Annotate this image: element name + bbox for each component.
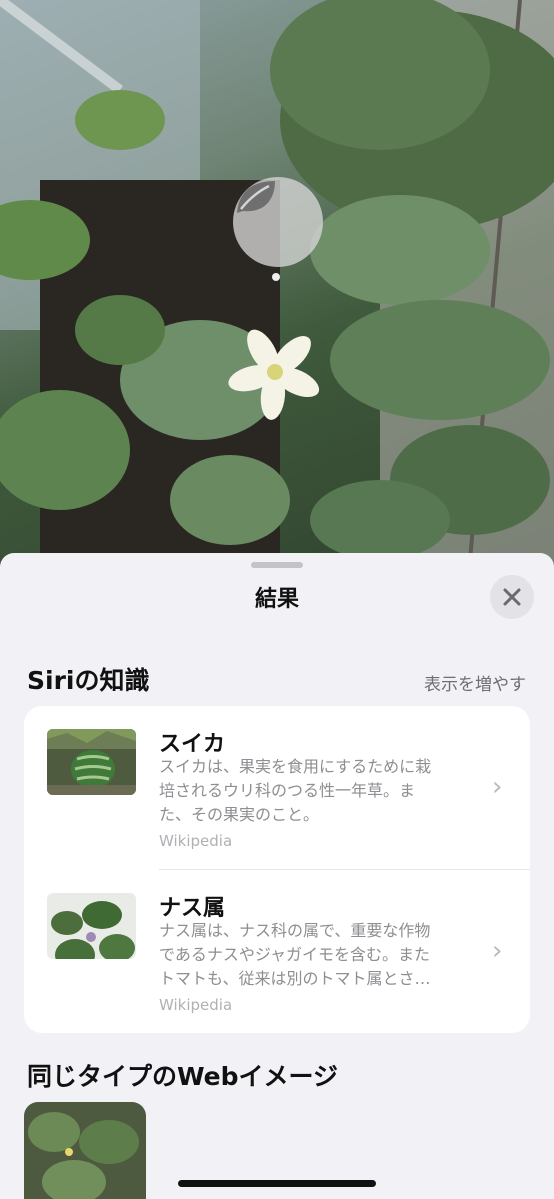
sheet-grabber[interactable] xyxy=(251,562,303,568)
chevron-right-icon: › xyxy=(492,936,503,966)
chevron-right-icon: › xyxy=(492,772,503,802)
knowledge-card: スイカ スイカは、果実を食用にするために栽 培されるウリ科のつる性一年草。ま た… xyxy=(24,706,530,1033)
item-title: スイカ xyxy=(159,732,226,757)
home-indicator[interactable] xyxy=(178,1180,376,1187)
item-description: ナス属は、ナス科の属で、重要な作物 であるナスやジャガイモを含む。また トマトも… xyxy=(159,921,431,988)
item-title: ナス属 xyxy=(159,896,226,921)
solanum-thumbnail xyxy=(47,893,136,959)
web-image-thumbnail[interactable] xyxy=(24,1102,146,1199)
sheet-title: 結果 xyxy=(254,587,299,612)
lookup-anchor-dot xyxy=(272,273,280,281)
leaf-icon xyxy=(237,181,275,213)
web-images-heading: 同じタイプのWebイメージ xyxy=(27,1062,339,1091)
knowledge-item-nasu[interactable]: ナス属 ナス属は、ナス科の属で、重要な作物 であるナスやジャガイモを含む。また … xyxy=(24,870,530,1033)
plant-photo xyxy=(0,0,554,600)
results-sheet: 結果 Siriの知識 表示を増やす スイカ スイカは、果実を食用にするために栽 … xyxy=(0,553,554,1199)
siri-knowledge-heading: Siriの知識 xyxy=(27,666,150,695)
knowledge-item-suika[interactable]: スイカ スイカは、果実を食用にするために栽 培されるウリ科のつる性一年草。ま た… xyxy=(24,706,530,869)
watermelon-thumbnail xyxy=(47,729,136,795)
close-icon xyxy=(503,588,521,606)
item-source: Wikipedia xyxy=(159,996,233,1014)
visual-lookup-leaf-button[interactable] xyxy=(233,177,323,267)
item-source: Wikipedia xyxy=(159,832,233,850)
close-button[interactable] xyxy=(490,575,534,619)
item-description: スイカは、果実を食用にするために栽 培されるウリ科のつる性一年草。ま た、その果… xyxy=(159,757,432,824)
show-more-link[interactable]: 表示を増やす xyxy=(424,670,526,695)
